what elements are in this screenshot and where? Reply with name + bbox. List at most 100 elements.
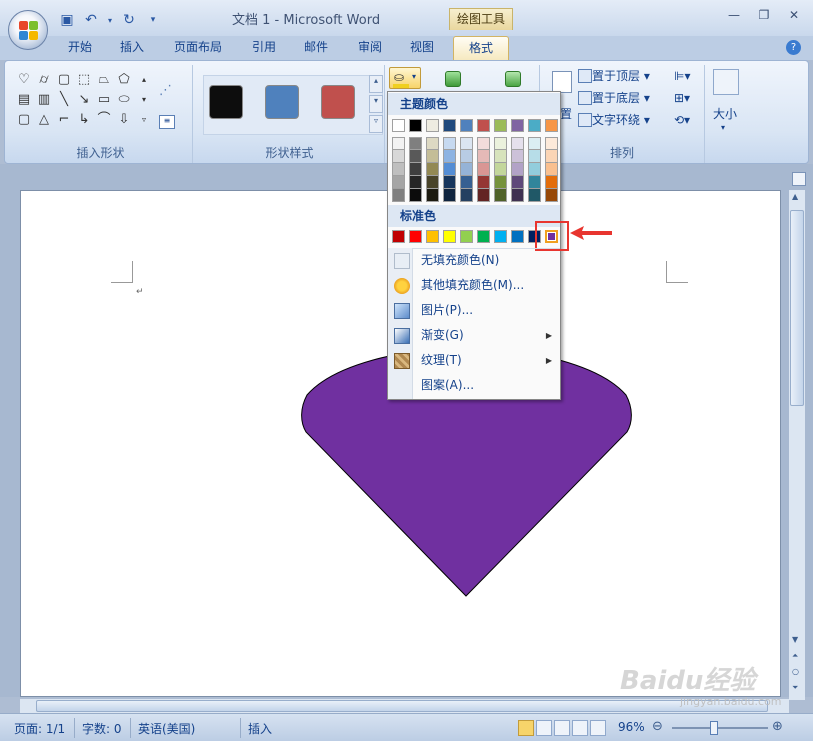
theme-shade-swatch[interactable] [511,176,524,189]
theme-color-swatch[interactable] [460,119,473,132]
tab-review[interactable]: 审阅 [346,36,394,60]
vertical-scroll-thumb[interactable] [790,210,804,406]
rectangle-shape-icon[interactable]: ▭ [95,91,113,109]
menu-item-texture[interactable]: 纹理(T) ▶ [388,348,560,373]
align-icon[interactable]: ⊫▾ [674,69,690,83]
theme-shade-swatch[interactable] [409,137,422,150]
tab-mailings[interactable]: 邮件 [292,36,340,60]
theme-shade-swatch[interactable] [409,176,422,189]
scroll-down-icon[interactable]: ▼ [792,635,798,644]
group-objects-icon[interactable]: ⊞▾ [674,91,690,105]
theme-shade-swatch[interactable] [460,189,473,202]
standard-color-swatch[interactable] [460,230,473,243]
theme-shade-swatch[interactable] [511,163,524,176]
zoom-slider-thumb[interactable] [710,721,718,735]
tab-home[interactable]: 开始 [56,36,104,60]
gallery-more-icon[interactable]: ▿ [135,111,153,129]
theme-shade-swatch[interactable] [443,137,456,150]
tab-format[interactable]: 格式 [453,36,509,60]
textbox-shape-icon[interactable]: ▤ [15,91,33,109]
theme-shade-swatch[interactable] [409,150,422,163]
print-layout-icon[interactable] [518,720,534,736]
pentagon-shape-icon[interactable]: ⬠ [115,71,133,89]
size-button[interactable]: 大小 ▾ [707,65,743,161]
text-wrapping-button[interactable]: 文字环绕 ▾ [592,111,650,129]
web-layout-icon[interactable] [554,720,570,736]
help-icon[interactable]: ? [786,40,801,55]
style-swatch-black[interactable] [209,85,243,119]
zoom-level[interactable]: 96% [618,720,645,734]
standard-color-swatch[interactable] [409,230,422,243]
draft-icon[interactable] [590,720,606,736]
text-box-icon[interactable]: ≡ [159,115,175,129]
theme-shade-swatch[interactable] [528,176,541,189]
theme-shade-swatch[interactable] [392,137,405,150]
theme-shade-swatch[interactable] [426,163,439,176]
arrow-line-shape-icon[interactable]: ↘ [75,91,93,109]
position-icon[interactable] [552,71,572,93]
rounded-rectangle-shape-icon[interactable]: ▢ [15,111,33,129]
theme-color-swatch[interactable] [494,119,507,132]
triangle-shape-icon[interactable]: △ [35,111,53,129]
undo-dropdown-icon[interactable]: ▾ [106,11,114,29]
standard-color-swatch[interactable] [392,230,405,243]
full-screen-reading-icon[interactable] [536,720,552,736]
shape-fill-button[interactable]: ⛀ ▾ [389,67,421,89]
theme-shade-swatch[interactable] [392,189,405,202]
theme-color-swatch[interactable] [392,119,405,132]
theme-shade-swatch[interactable] [426,189,439,202]
theme-shade-swatch[interactable] [494,176,507,189]
standard-color-swatch[interactable] [494,230,507,243]
theme-shade-swatch[interactable] [477,189,490,202]
theme-shade-swatch[interactable] [511,150,524,163]
theme-shade-swatch[interactable] [460,150,473,163]
heart-shape-icon[interactable]: ♡ [15,71,33,89]
menu-item-pattern[interactable]: 图案(A)... [388,373,560,398]
redo-icon[interactable]: ↻ [120,11,138,29]
elbow-connector-shape-icon[interactable]: ⌐ [55,111,73,129]
rounded-rect-shape-icon[interactable]: ▢ [55,71,73,89]
customize-icon[interactable]: ▾ [144,11,162,29]
theme-shade-swatch[interactable] [460,176,473,189]
previous-page-icon[interactable]: ⏶ [792,651,798,661]
menu-item-color-palette[interactable]: 其他填充颜色(M)... [388,273,560,298]
save-icon[interactable]: ▣ [58,11,76,29]
cylinder-shape-icon[interactable]: ⌭ [35,71,53,89]
menu-item-picture[interactable]: 图片(P)... [388,298,560,323]
zoom-in-icon[interactable]: ⊕ [772,719,783,734]
theme-shade-swatch[interactable] [528,163,541,176]
theme-shade-swatch[interactable] [477,150,490,163]
scroll-up-icon[interactable]: ▲ [792,192,798,201]
undo-icon[interactable]: ↶ [82,11,100,29]
edit-shape-icon[interactable]: ⋰ [159,83,181,101]
send-to-back-button[interactable]: 置于底层 ▾ [592,89,650,107]
theme-shade-swatch[interactable] [443,163,456,176]
theme-shade-swatch[interactable] [545,163,558,176]
theme-shade-swatch[interactable] [443,176,456,189]
tab-references[interactable]: 引用 [240,36,288,60]
restore-icon[interactable]: ❐ [751,6,777,24]
down-arrow-shape-icon[interactable]: ⇩ [115,111,133,129]
theme-shade-swatch[interactable] [545,150,558,163]
language[interactable]: 英语(美国) [138,720,195,737]
standard-color-swatch[interactable] [426,230,439,243]
select-browse-object-icon[interactable]: ○ [792,667,799,676]
oval-shape-icon[interactable]: ⬭ [115,91,133,109]
theme-shade-swatch[interactable] [528,189,541,202]
theme-shade-swatch[interactable] [545,189,558,202]
theme-shade-swatch[interactable] [494,163,507,176]
theme-shade-swatch[interactable] [409,163,422,176]
gallery-up-icon[interactable]: ▴ [369,75,383,93]
theme-color-swatch[interactable] [443,119,456,132]
word-count[interactable]: 字数: 0 [82,720,122,737]
gallery-scroll-down-icon[interactable]: ▾ [135,91,153,109]
theme-shade-swatch[interactable] [545,176,558,189]
theme-shade-swatch[interactable] [426,150,439,163]
theme-shade-swatch[interactable] [460,163,473,176]
theme-shade-swatch[interactable] [426,176,439,189]
menu-item-no-fill[interactable]: 无填充颜色(N) [388,248,560,273]
theme-shade-swatch[interactable] [511,189,524,202]
standard-color-swatch[interactable] [477,230,490,243]
gallery-down-icon[interactable]: ▾ [369,95,383,113]
tab-insert[interactable]: 插入 [108,36,156,60]
